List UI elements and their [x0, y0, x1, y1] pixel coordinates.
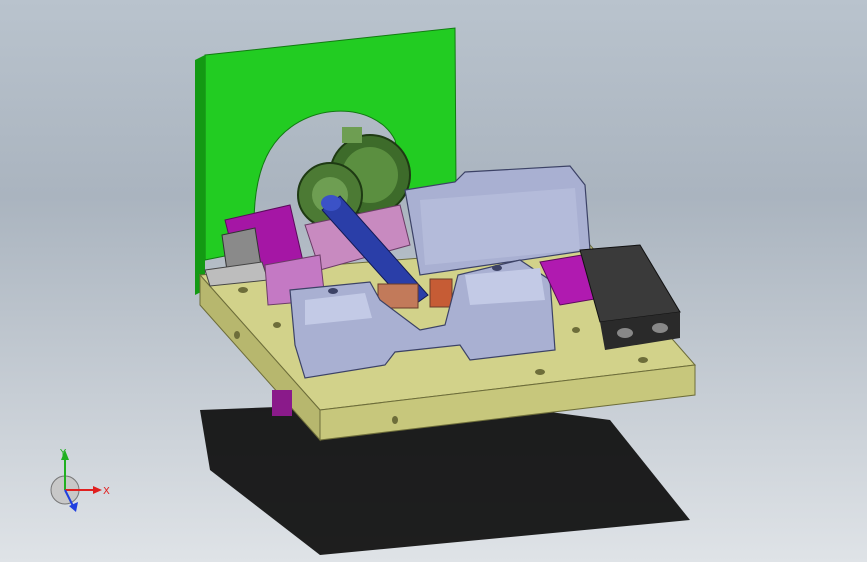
assembly-model[interactable] — [0, 0, 867, 562]
cad-viewport[interactable]: Y X — [0, 0, 867, 562]
magenta-bottom-block — [272, 390, 292, 416]
x-axis-label: X — [103, 486, 110, 497]
coordinate-triad-icon: Y X — [50, 448, 110, 512]
y-axis-label: Y — [59, 448, 67, 459]
